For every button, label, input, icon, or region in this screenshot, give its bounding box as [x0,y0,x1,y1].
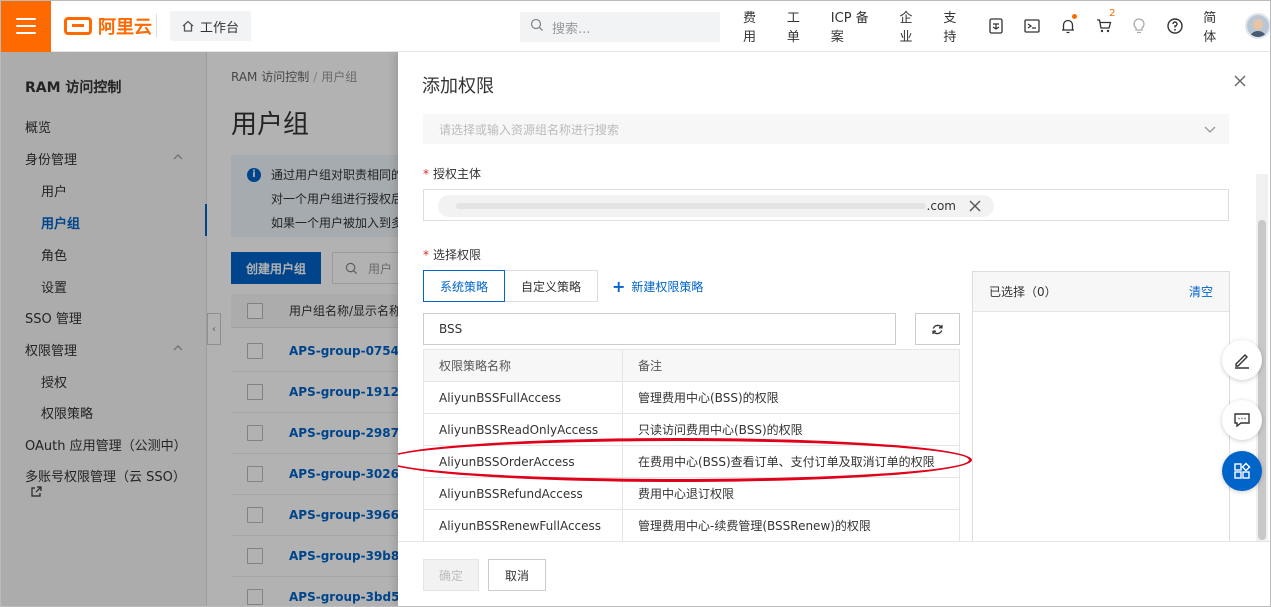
tab-system-policy[interactable]: 系统策略 [423,270,506,302]
refresh-button[interactable] [915,313,960,345]
notification-dot [1071,14,1077,19]
policy-row[interactable]: AliyunBSSReadOnlyAccess 只读访问费用中心(BSS)的权限 [424,414,959,446]
policy-type-tabs: 系统策略 自定义策略 [423,270,599,302]
policy-note: 管理费用中心(BSS)的权限 [638,391,779,405]
chat-icon [1234,413,1250,428]
policy-row-highlighted[interactable]: AliyunBSSOrderAccess 在费用中心(BSS)查看订单、支付订单… [424,446,959,478]
terminal-icon[interactable] [1014,0,1050,52]
refresh-icon [932,324,943,334]
edit-float-button[interactable] [1222,340,1262,380]
principal-label: * 授权主体 [423,167,482,181]
plus-icon: + [612,276,626,296]
edit-icon [1235,354,1249,369]
help-icon[interactable] [1157,0,1193,52]
confirm-button[interactable]: 确定 [423,559,479,591]
bell-icon[interactable] [1050,0,1086,52]
aliyun-logo-icon [64,17,92,35]
policy-row[interactable]: AliyunBSSFullAccess 管理费用中心(BSS)的权限 [424,382,959,414]
nav-link-billing[interactable]: 费用 [734,7,778,45]
close-icon[interactable] [1233,74,1247,88]
policy-note: 在费用中心(BSS)查看订单、支付订单及取消订单的权限 [638,455,935,469]
hamburger-menu-button[interactable] [0,0,51,52]
redacted-principal [456,203,926,209]
resource-group-select[interactable]: 请选择或输入资源组名称进行搜索 [423,114,1229,144]
policy-name: AliyunBSSFullAccess [424,382,623,413]
user-avatar[interactable] [1245,13,1271,39]
top-nav-links: 费用 工单 ICP 备案 企业 支持 2 简体 [734,0,1271,52]
add-permission-drawer: 添加权限 请选择或输入资源组名称进行搜索 * 授权主体 .com * 选择权限 系统… [398,52,1271,607]
home-icon [182,20,194,32]
workbench-button[interactable]: 工作台 [170,11,252,41]
principal-field[interactable]: .com [423,189,1229,221]
divider [156,14,157,38]
drawer-title: 添加权限 [422,76,494,97]
selected-panel-header: 已选择（0） 清空 [973,272,1229,312]
nav-link-enterprise[interactable]: 企业 [890,7,934,45]
policy-filter-input[interactable]: BSS [423,313,896,345]
policy-name: AliyunBSSOrderAccess [424,446,623,477]
nav-link-support[interactable]: 支持 [934,7,978,45]
remove-tag-icon[interactable] [968,199,982,213]
policy-note: 费用中心退订权限 [638,487,735,501]
apps-icon [1234,462,1251,479]
selected-count: 已选择（0） [989,285,1057,299]
policy-name: AliyunBSSRenewFullAccess [424,510,623,541]
policy-table: 权限策略名称 备注 AliyunBSSFullAccess 管理费用中心(BSS… [423,349,960,549]
policy-table-header: 权限策略名称 备注 [424,350,959,382]
cart-badge: 2 [1109,8,1116,19]
policy-row[interactable]: AliyunBSSRenewFullAccess 管理费用中心-续费管理(BSS… [424,510,959,542]
nav-link-tickets[interactable]: 工单 [778,7,822,45]
policy-note: 只读访问费用中心(BSS)的权限 [638,423,803,437]
global-search-input[interactable]: 搜索... [520,12,720,42]
clear-selection-link[interactable]: 清空 [1189,283,1213,300]
cart-icon[interactable]: 2 [1086,0,1122,52]
search-icon [530,18,544,36]
policy-row[interactable]: AliyunBSSRefundAccess 费用中心退订权限 [424,478,959,510]
policy-note: 管理费用中心-续费管理(BSSRenew)的权限 [638,519,871,533]
scrollbar-thumb[interactable] [1258,220,1266,540]
modal-backdrop[interactable] [0,52,398,607]
aliyun-logo[interactable]: 阿里云 [64,14,152,38]
chevron-down-icon [1204,126,1216,133]
policy-name: AliyunBSSRefundAccess [424,478,623,509]
cancel-button[interactable]: 取消 [488,559,546,591]
cloud-shell-icon[interactable] [978,0,1014,52]
top-navigation-bar: 阿里云 工作台 搜索... 费用 工单 ICP 备案 企业 支持 2 简体 [0,0,1271,52]
principal-tag: .com [438,195,994,217]
apps-float-button[interactable] [1222,451,1262,491]
policy-name: AliyunBSSReadOnlyAccess [424,414,623,445]
drawer-footer: 确定 取消 [398,541,1271,607]
feedback-float-button[interactable] [1222,400,1262,440]
permission-label: * 选择权限 [423,248,482,262]
lightbulb-icon[interactable] [1122,0,1158,52]
nav-link-icp[interactable]: ICP 备案 [822,7,891,45]
tab-custom-policy[interactable]: 自定义策略 [505,270,599,302]
selected-policies-panel: 已选择（0） 清空 [972,271,1230,561]
new-policy-link[interactable]: + 新建权限策略 [612,278,703,295]
language-switch[interactable]: 简体 [1193,7,1239,45]
